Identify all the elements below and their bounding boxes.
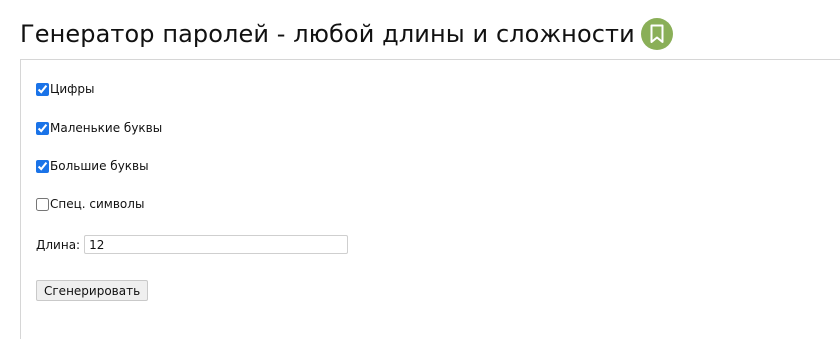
generator-panel: Цифры Маленькие буквы Большие буквы Спец… <box>20 59 840 339</box>
length-input[interactable] <box>84 235 349 254</box>
option-lowercase[interactable]: Маленькие буквы <box>36 121 162 135</box>
option-uppercase[interactable]: Большие буквы <box>36 159 149 173</box>
special-checkbox[interactable] <box>36 197 49 211</box>
page-header: Генератор паролей - любой длины и сложно… <box>20 14 673 54</box>
bookmark-button[interactable] <box>640 18 673 50</box>
option-special[interactable]: Спец. символы <box>36 197 144 211</box>
uppercase-checkbox[interactable] <box>36 159 49 173</box>
uppercase-label: Большие буквы <box>50 159 149 173</box>
page-title: Генератор паролей - любой длины и сложно… <box>20 20 635 48</box>
length-label: Длина: <box>36 237 81 252</box>
bookmark-icon <box>650 24 664 43</box>
option-digits[interactable]: Цифры <box>36 82 94 96</box>
length-row: Длина: <box>36 235 349 254</box>
special-label: Спец. символы <box>50 197 145 211</box>
lowercase-label: Маленькие буквы <box>50 121 163 135</box>
generate-button[interactable]: Сгенерировать <box>36 280 149 301</box>
lowercase-checkbox[interactable] <box>36 121 49 135</box>
digits-label: Цифры <box>50 82 95 96</box>
digits-checkbox[interactable] <box>36 82 49 96</box>
